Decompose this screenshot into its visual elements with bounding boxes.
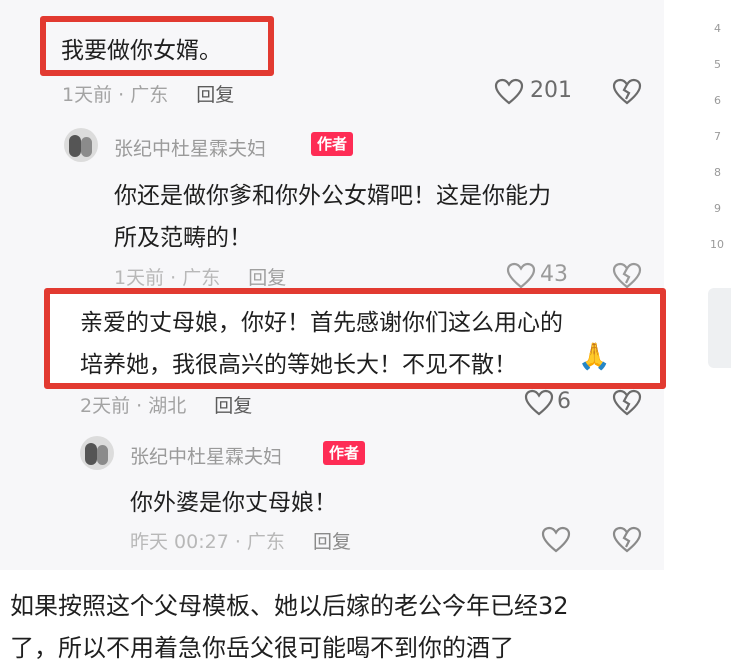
line-number: 8	[714, 166, 721, 179]
article-body: 如果按照这个父母模板、她以后嫁的老公今年已经32 了，所以不用着急你岳父很可能喝…	[0, 572, 700, 662]
comment-meta: 1天前 · 广东 回复	[62, 80, 234, 107]
comment-text-line: 所及范畴的！	[114, 225, 252, 251]
like-count: 43	[540, 262, 568, 287]
author-name[interactable]: 张纪中杜星霖夫妇	[114, 134, 266, 161]
comment-time-location: 1天前 · 广东	[62, 84, 169, 106]
comment-text-line: 你还是做你爹和你外公女婿吧！这是你能力	[114, 183, 551, 209]
praying-hands-icon: 🙏	[578, 342, 611, 372]
like-count: 6	[557, 389, 571, 414]
reply-button[interactable]: 回复	[313, 531, 351, 553]
comment-text: 我要做你女婿。	[61, 38, 222, 64]
heart-icon[interactable]	[524, 389, 554, 416]
line-number: 9	[714, 202, 721, 215]
reply-button[interactable]: 回复	[248, 267, 286, 289]
author-badge: 作者	[311, 132, 354, 156]
heart-icon[interactable]	[494, 78, 524, 105]
heart-icon[interactable]	[506, 262, 536, 289]
comment-meta: 2天前 · 湖北 回复	[80, 391, 252, 418]
comment-text: 你外婆是你丈母娘！	[130, 490, 337, 516]
broken-heart-icon[interactable]	[612, 262, 642, 289]
comment-meta: 1天前 · 广东 回复	[114, 263, 286, 290]
broken-heart-icon[interactable]	[612, 526, 642, 553]
author-name[interactable]: 张纪中杜星霖夫妇	[130, 442, 282, 469]
line-number: 5	[714, 58, 721, 71]
heart-icon[interactable]	[541, 526, 571, 553]
avatar[interactable]	[80, 436, 114, 470]
side-card	[708, 288, 731, 368]
avatar[interactable]	[64, 128, 98, 162]
reply-button[interactable]: 回复	[196, 84, 234, 106]
comment-text-line: 亲爱的丈母娘，你好！首先感谢你们这么用心的	[80, 310, 563, 336]
comment-time-location: 1天前 · 广东	[114, 267, 221, 289]
line-number: 10	[710, 238, 724, 251]
comment-meta: 昨天 00:27 · 广东 回复	[130, 527, 351, 554]
broken-heart-icon[interactable]	[612, 78, 642, 105]
comment-text-line: 培养她，我很高兴的等她长大！不见不散！	[80, 352, 517, 378]
reply-button[interactable]: 回复	[214, 395, 252, 417]
like-count: 201	[530, 78, 572, 103]
broken-heart-icon[interactable]	[612, 389, 642, 416]
line-number: 7	[714, 130, 721, 143]
comment-time-location: 2天前 · 湖北	[80, 395, 187, 417]
line-number: 6	[714, 94, 721, 107]
article-text-line: 如果按照这个父母模板、她以后嫁的老公今年已经32	[10, 592, 569, 620]
line-number: 4	[714, 22, 721, 35]
author-badge: 作者	[323, 441, 366, 465]
comment-time-location: 昨天 00:27 · 广东	[130, 531, 285, 553]
